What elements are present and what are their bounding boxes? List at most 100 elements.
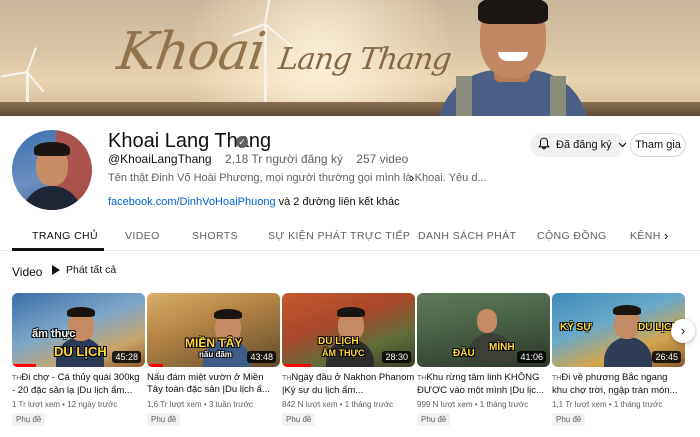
video-duration: 41:06	[517, 351, 546, 363]
tab-playlists[interactable]: DANH SÁCH PHÁT	[418, 230, 516, 242]
video-duration: 45:28	[112, 351, 141, 363]
tab-community[interactable]: CỘNG ĐỒNG	[537, 230, 607, 242]
video-title[interactable]: THKhu rừng tâm linh KHÔNG ĐƯỢC vào một m…	[417, 372, 550, 396]
video-title-prefix: TH	[12, 375, 22, 382]
banner-title-sub: Lang Thang	[276, 42, 453, 77]
video-thumbnail[interactable]: DU LỊCH ẨM THỰC 28:30	[282, 293, 415, 367]
subscriber-count: 2,18 Tr người đăng ký	[224, 152, 343, 166]
view-count: 842 N lượt xem	[282, 400, 338, 409]
video-meta: 1,1 Tr lượt xem • 1 tháng trước	[552, 400, 663, 409]
video-title[interactable]: THNgày đầu ở Nakhon Phanom |Ký sự du lịc…	[282, 372, 415, 396]
watch-progress	[282, 364, 312, 367]
channel-tabs: TRANG CHỦ VIDEO SHORTS SỰ KIỆN PHÁT TRỰC…	[0, 222, 700, 251]
join-button[interactable]: Tham gia	[630, 133, 686, 157]
thumbnail-caption: MÌNH	[489, 342, 515, 353]
section-title: Video	[12, 265, 43, 279]
video-duration: 43:48	[247, 351, 276, 363]
channel-links: facebook.com/DinhVoHoaiPhuong và 2 đường…	[108, 196, 400, 208]
meta-separator	[346, 152, 353, 166]
video-card[interactable]: KÝ SỰ DU LỊCH 26:45 THĐi về phương Bắc n…	[552, 293, 685, 427]
video-card[interactable]: ẩm thực DU LỊCH 45:28 THĐi chợ - Cá thủy…	[12, 293, 145, 427]
view-count: 999 N lượt xem	[417, 400, 473, 409]
banner-ground	[0, 102, 700, 116]
video-meta: 1 Tr lượt xem • 12 ngày trước	[12, 400, 118, 409]
thumbnail-caption: MIỀN TÂY	[185, 336, 243, 350]
view-count: 1,1 Tr lượt xem	[552, 400, 607, 409]
more-links-link[interactable]: và 2 đường liên kết khác	[279, 196, 400, 208]
video-duration: 26:45	[652, 351, 681, 363]
verified-check-icon: ✓	[236, 136, 248, 148]
banner-title-main: Khoai	[113, 22, 269, 82]
video-duration: 28:30	[382, 351, 411, 363]
tab-live[interactable]: SỰ KIỆN PHÁT TRỰC TIẾP	[268, 230, 410, 242]
thumbnail-caption: ẩm thực	[32, 328, 76, 340]
video-card[interactable]: DU LỊCH ẨM THỰC 28:30 THNgày đầu ở Nakho…	[282, 293, 415, 427]
chevron-right-icon: ›	[680, 323, 686, 338]
thumbnail-caption: DU LỊCH	[318, 336, 359, 347]
video-title-prefix: TH	[417, 375, 427, 382]
tab-channels[interactable]: KÊNH	[630, 230, 661, 242]
video-meta: 1,6 Tr lượt xem • 3 tuần trước	[147, 400, 253, 409]
channel-handle: @KhoaiLangThang	[108, 152, 212, 166]
video-title-text: Khu rừng tâm linh KHÔNG ĐƯỢC vào một mìn…	[417, 372, 544, 396]
carousel-next-button[interactable]: ›	[671, 319, 695, 343]
upload-age: 3 tuần trước	[208, 400, 253, 409]
banner-person	[438, 0, 588, 116]
video-title[interactable]: THĐi về phương Bắc ngang khu chợ trời, n…	[552, 372, 685, 396]
tab-home[interactable]: TRANG CHỦ	[32, 230, 98, 242]
view-count: 1 Tr lượt xem	[12, 400, 60, 409]
video-meta: 999 N lượt xem • 1 tháng trước	[417, 400, 529, 409]
thumbnail-caption: ĐẦU	[453, 348, 475, 359]
video-meta: 842 N lượt xem • 1 tháng trước	[282, 400, 394, 409]
play-all-button[interactable]: Phát tất cả	[52, 264, 116, 276]
chevron-right-icon[interactable]: ›	[664, 228, 668, 243]
video-card[interactable]: ĐẦU MÌNH 41:06 THKhu rừng tâm linh KHÔNG…	[417, 293, 550, 427]
video-title-text: Nấu đám miệt vườn ở Miền Tây toàn đặc sả…	[147, 372, 270, 395]
play-all-label: Phát tất cả	[66, 264, 117, 276]
banner-title: Khoai Lang Thang	[114, 22, 456, 82]
play-icon	[52, 265, 60, 275]
upload-age: 1 tháng trước	[479, 400, 529, 409]
active-tab-indicator	[12, 248, 104, 251]
video-thumbnail[interactable]: ẩm thực DU LỊCH 45:28	[12, 293, 145, 367]
video-title-prefix: TH	[282, 375, 292, 382]
video-title-text: Đi về phương Bắc ngang khu chợ trời, ngậ…	[552, 372, 678, 396]
thumbnail-caption: ẨM THỰC	[322, 348, 365, 358]
upload-age: 1 tháng trước	[613, 400, 663, 409]
video-title[interactable]: Nấu đám miệt vườn ở Miền Tây toàn đặc sả…	[147, 372, 280, 396]
bell-icon	[538, 137, 550, 153]
video-title-prefix: TH	[552, 375, 562, 382]
watch-progress	[12, 364, 36, 367]
channel-meta: @KhoaiLangThang 2,18 Tr người đăng ký 25…	[108, 152, 408, 166]
video-title-text: Đi chợ - Cá thủy quái 300kg - 20 đặc sản…	[12, 372, 140, 396]
view-count: 1,6 Tr lượt xem	[147, 400, 202, 409]
tab-videos[interactable]: VIDEO	[125, 230, 160, 242]
caption-badge: Phụ đề	[282, 413, 316, 426]
channel-banner: Khoai Lang Thang	[0, 0, 700, 116]
upload-age: 1 tháng trước	[344, 400, 394, 409]
channel-description[interactable]: Tên thật Đinh Võ Hoài Phương, mọi người …	[108, 172, 487, 184]
chevron-down-icon	[618, 139, 627, 151]
channel-avatar[interactable]	[12, 130, 92, 210]
caption-badge: Phụ đề	[12, 413, 46, 426]
video-title[interactable]: THĐi chợ - Cá thủy quái 300kg - 20 đặc s…	[12, 372, 145, 396]
caption-badge: Phụ đề	[147, 413, 181, 426]
video-thumbnail[interactable]: ĐẦU MÌNH 41:06	[417, 293, 550, 367]
watch-progress	[147, 364, 163, 367]
upload-age: 12 ngày trước	[67, 400, 118, 409]
chevron-right-icon[interactable]: ›	[410, 170, 414, 185]
thumbnail-caption: nấu đãm	[199, 350, 232, 359]
video-card[interactable]: MIỀN TÂY nấu đãm 43:48 Nấu đám miệt vườn…	[147, 293, 280, 427]
facebook-link[interactable]: facebook.com/DinhVoHoaiPhuong	[108, 196, 276, 208]
video-count: 257 video	[356, 152, 409, 166]
caption-badge: Phụ đề	[417, 413, 451, 426]
thumbnail-caption: KÝ SỰ	[560, 322, 592, 333]
video-thumbnail[interactable]: MIỀN TÂY nấu đãm 43:48	[147, 293, 280, 367]
tab-shorts[interactable]: SHORTS	[192, 230, 238, 242]
caption-badge: Phụ đề	[552, 413, 586, 426]
video-thumbnail[interactable]: KÝ SỰ DU LỊCH 26:45	[552, 293, 685, 367]
subscribed-label: Đã đăng ký	[556, 139, 612, 151]
video-title-text: Ngày đầu ở Nakhon Phanom |Ký sự du lịch …	[282, 372, 415, 396]
subscribed-button[interactable]: Đã đăng ký	[530, 133, 627, 157]
meta-separator	[215, 152, 222, 166]
